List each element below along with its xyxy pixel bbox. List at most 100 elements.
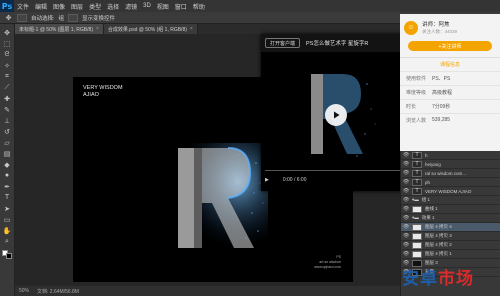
eyedropper-icon[interactable]: ⟋ — [3, 83, 12, 92]
gradient-icon[interactable]: ▤ — [3, 149, 12, 158]
move-icon[interactable]: ✥ — [3, 28, 12, 37]
canvas-area[interactable]: VERY WISDOM AJIAO PS art.so wisdom www.q… — [15, 34, 419, 286]
follow-button[interactable]: +关注讲师 — [408, 41, 492, 51]
tab-label: 未标题-1 @ 50% (图层 1, RGB/8) — [19, 26, 93, 33]
layer-row[interactable]: 👁 Theiyang — [401, 160, 500, 169]
layer-row-selected[interactable]: 👁 图层 4 拷贝 4 — [401, 223, 500, 232]
folder-icon: ▾▬ — [412, 215, 419, 220]
pen-icon[interactable]: ✒ — [3, 182, 12, 191]
layer-dropdown[interactable]: 组 — [59, 14, 65, 22]
layer-group-row[interactable]: 👁 ▾▬ 效果 1 — [401, 214, 500, 223]
layer-thumbnail: T — [412, 151, 422, 159]
author-name[interactable]: 讲师：阿焦 — [422, 20, 457, 28]
eye-icon[interactable]: 👁 — [403, 179, 409, 185]
layer-row[interactable]: 👁 图层 4 拷贝 3 — [401, 232, 500, 241]
marquee-icon[interactable]: ⬚ — [3, 39, 12, 48]
path-select-icon[interactable]: ➤ — [3, 204, 12, 213]
status-bar: 50% 文档: 2.64M/56.8M — [15, 286, 400, 296]
menu-image[interactable]: 图像 — [50, 2, 68, 11]
eye-icon[interactable]: 👁 — [403, 152, 409, 158]
layer-thumbnail: T — [412, 178, 422, 186]
eye-icon[interactable]: 👁 — [403, 188, 409, 194]
layer-thumbnail — [412, 223, 422, 231]
eye-icon[interactable]: 👁 — [403, 233, 409, 239]
eye-icon[interactable]: 👁 — [403, 224, 409, 230]
eye-icon[interactable]: 👁 — [403, 206, 409, 212]
video-progress-bar[interactable] — [265, 170, 415, 171]
course-info-heading: 课程信息 — [400, 57, 500, 71]
layer-row[interactable]: 👁 曲线 1 — [401, 205, 500, 214]
layer-name: 组 1 — [421, 197, 431, 202]
video-player[interactable]: 打开客户端 PS怎么做艺术字 星旋字R ▶ 0:00 / 6:00 ⚙ ⛶ — [261, 34, 419, 191]
photoshop-window: Ps 文件 编辑 图像 图层 类型 选择 滤镜 3D 视图 窗口 帮助 ✥ 自动… — [0, 0, 500, 296]
history-brush-icon[interactable]: ↺ — [3, 127, 12, 136]
eraser-icon[interactable]: ▱ — [3, 138, 12, 147]
document-tabs: 未标题-1 @ 50% (图层 1, RGB/8) × 合成效果.psd @ 5… — [15, 24, 400, 34]
dodge-icon[interactable]: ● — [3, 171, 12, 180]
eye-icon[interactable]: 👁 — [403, 251, 409, 257]
video-title: PS怎么做艺术字 星旋字R — [306, 41, 369, 47]
layer-row[interactable]: 👁 图层 4 拷贝 2 — [401, 241, 500, 250]
open-client-button[interactable]: 打开客户端 — [265, 38, 301, 48]
type-icon[interactable]: T — [3, 193, 12, 202]
menu-3d[interactable]: 3D — [140, 3, 154, 9]
tab-document-1[interactable]: 未标题-1 @ 50% (图层 1, RGB/8) × — [15, 24, 104, 34]
menu-help[interactable]: 帮助 — [190, 2, 208, 11]
stamp-icon[interactable]: ⊥ — [3, 116, 12, 125]
move-tool-icon[interactable]: ✥ — [4, 13, 13, 22]
play-button[interactable] — [325, 104, 347, 126]
background-color[interactable] — [6, 253, 12, 259]
menu-file[interactable]: 文件 — [14, 2, 32, 11]
eye-icon[interactable]: 👁 — [403, 242, 409, 248]
layer-row[interactable]: 👁 Tral so wisdom.com... — [401, 169, 500, 178]
layer-thumbnail — [412, 205, 422, 213]
magic-wand-icon[interactable]: ✧ — [3, 61, 12, 70]
menu-view[interactable]: 视图 — [154, 2, 172, 11]
brush-icon[interactable]: ✎ — [3, 105, 12, 114]
blur-icon[interactable]: ◆ — [3, 160, 12, 169]
watermark-char: 安 — [402, 269, 420, 289]
eye-icon[interactable]: 👁 — [403, 215, 409, 221]
photoshop-logo: Ps — [0, 0, 14, 12]
zoom-icon[interactable]: ⌕ — [3, 237, 12, 246]
auto-select-checkbox[interactable] — [17, 13, 27, 22]
info-key: 难度等级 — [406, 90, 427, 96]
layer-row[interactable]: 👁 T VERY WISDOM AJIAO — [401, 187, 500, 196]
eye-icon[interactable]: 👁 — [403, 197, 409, 203]
layer-name: 图层 4 拷贝 4 — [425, 224, 452, 229]
tools-panel: ✥ ⬚ ᘓ ✧ ⌗ ⟋ ✚ ✎ ⊥ ↺ ▱ ▤ ◆ ● ✒ T ➤ ▭ ✋ ⌕ — [0, 24, 15, 296]
show-transform-checkbox[interactable] — [68, 13, 79, 22]
info-row: 浏览人数 539,285 — [400, 113, 500, 127]
layer-row[interactable]: 👁 Tph — [401, 178, 500, 187]
hand-icon[interactable]: ✋ — [3, 226, 12, 235]
close-icon[interactable]: × — [190, 26, 193, 32]
menu-window[interactable]: 窗口 — [172, 2, 190, 11]
info-row: 时长 7分09秒 — [400, 99, 500, 113]
lasso-icon[interactable]: ᘓ — [3, 50, 12, 59]
color-swatches[interactable] — [2, 250, 12, 259]
menu-select[interactable]: 选择 — [104, 2, 122, 11]
eye-icon[interactable]: 👁 — [403, 170, 409, 176]
menu-bar: Ps 文件 编辑 图像 图层 类型 选择 滤镜 3D 视图 窗口 帮助 — [0, 0, 500, 12]
avatar[interactable]: ☺ — [404, 20, 418, 35]
menu-type[interactable]: 类型 — [86, 2, 104, 11]
layer-thumbnail: T — [412, 187, 422, 195]
layer-row[interactable]: 👁 图层 4 拷贝 1 — [401, 250, 500, 259]
healing-icon[interactable]: ✚ — [3, 94, 12, 103]
menu-layer[interactable]: 图层 — [68, 2, 86, 11]
shape-icon[interactable]: ▭ — [3, 215, 12, 224]
layer-group-row[interactable]: 👁 ▾▬ 组 1 — [401, 196, 500, 205]
watermark-char: 市 — [438, 269, 456, 289]
menu-filter[interactable]: 滤镜 — [122, 2, 140, 11]
artwork-title: VERY WISDOM AJIAO — [83, 85, 123, 99]
close-icon[interactable]: × — [96, 26, 99, 32]
info-value: 539,285 — [432, 117, 451, 123]
zoom-level[interactable]: 50% — [19, 288, 29, 294]
play-pause-icon[interactable]: ▶ — [265, 177, 269, 183]
layer-thumbnail: T — [412, 169, 422, 177]
menu-edit[interactable]: 编辑 — [32, 2, 50, 11]
tab-document-2[interactable]: 合成效果.psd @ 50% (组 1, RGB/8) × — [103, 24, 198, 34]
crop-icon[interactable]: ⌗ — [3, 72, 12, 81]
eye-icon[interactable]: 👁 — [403, 161, 409, 167]
layer-row[interactable]: 👁 Th — [401, 151, 500, 160]
